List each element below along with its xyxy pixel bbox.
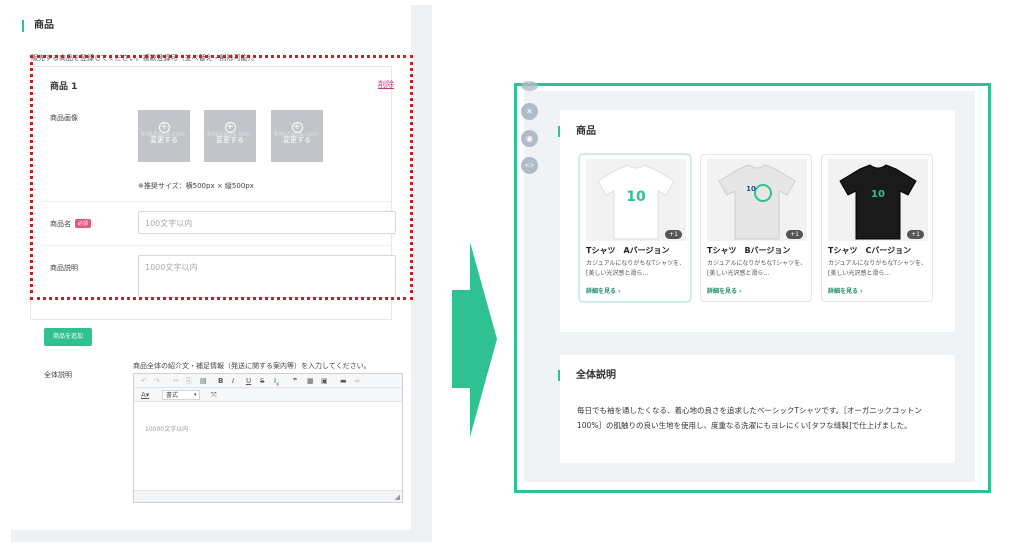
tshirt-icon: 10 (839, 164, 917, 240)
rich-text-editor[interactable]: ↶ ↷ ✂ ⎘ ▤ B I U S Ix ❞ ▦ ▣ ▬ ⇸ A▾ 書式 ▾ ⤧… (133, 373, 403, 503)
product-image: 10 +1 (707, 159, 807, 241)
editor-toolbar-row-1: ↶ ↷ ✂ ⎘ ▤ B I U S Ix ❞ ▦ ▣ ▬ ⇸ (134, 374, 402, 388)
bold-icon[interactable]: B (218, 376, 223, 386)
details-link[interactable]: 詳細を見る › (707, 286, 742, 295)
svg-text:10: 10 (746, 185, 756, 193)
text-color-icon[interactable]: A▾ (141, 390, 149, 400)
paste-icon[interactable]: ▤ (200, 376, 207, 386)
share-icon-top[interactable]: · (521, 79, 538, 91)
image-icon[interactable]: ▣ (321, 376, 328, 386)
arrow-right-icon (452, 242, 497, 437)
strikethrough-icon[interactable]: S (260, 376, 264, 386)
resize-grip-icon[interactable]: ◢ (395, 493, 400, 501)
undo-icon[interactable]: ↶ (141, 376, 147, 386)
fullscreen-icon[interactable]: ⤧ (211, 390, 217, 400)
product-name: Tシャツ Bバージョン (707, 246, 791, 255)
product-desc: カジュアルになりがちなTシャツを、[美しい光沢感と滑ら… (707, 260, 807, 277)
line-share-icon[interactable]: ◉ (521, 130, 538, 147)
editor-toolbar-row-2: A▾ 書式 ▾ ⤧ (134, 388, 402, 402)
image-count-badge: +1 (786, 230, 803, 239)
product-desc: カジュアルになりがちなTシャツを、[美しい光沢感と滑ら… (828, 260, 928, 277)
section-title: 商品 (22, 20, 54, 32)
image-count-badge: +1 (907, 230, 924, 239)
tshirt-icon: 10 (718, 164, 796, 240)
product-card-c[interactable]: 10 +1 Tシャツ Cバージョン カジュアルになりがちなTシャツを、[美しい光… (821, 154, 933, 302)
preview-section-title: 商品 (558, 126, 596, 137)
overall-desc-intro: 商品全体の紹介文・補足情報（発送に関する案内等）を入力してください。 (133, 362, 371, 370)
svg-text:10: 10 (626, 189, 646, 205)
overall-desc-title: 全体説明 (558, 370, 616, 381)
blockquote-icon[interactable]: ❞ (293, 376, 297, 386)
product-desc: カジュアルになりがちなTシャツを、[美しい光沢感と滑ら… (586, 260, 686, 277)
product-card-b[interactable]: 10 +1 Tシャツ Bバージョン カジュアルになりがちなTシャツを、[美しい光… (700, 154, 812, 302)
copy-icon[interactable]: ⎘ (186, 376, 192, 386)
product-name: Tシャツ Aバージョン (586, 246, 670, 255)
product-name: Tシャツ Cバージョン (828, 246, 912, 255)
add-product-button[interactable]: 商品を追加 (44, 328, 92, 346)
overall-desc-text: 毎日でも袖を通したくなる、着心地の良さを追求したベーシックTシャツです。［オーガ… (577, 406, 922, 430)
details-link[interactable]: 詳細を見る › (586, 286, 621, 295)
svg-text:10: 10 (871, 189, 885, 200)
product-card-a[interactable]: 10 +1 Tシャツ Aバージョン カジュアルになりがちなTシャツを、[美しい光… (579, 154, 691, 302)
redo-icon[interactable]: ↷ (154, 376, 160, 386)
table-icon[interactable]: ▦ (307, 376, 314, 386)
details-link[interactable]: 詳細を見る › (828, 286, 863, 295)
underline-icon[interactable]: U (246, 376, 251, 386)
product-image: 10 +1 (828, 159, 928, 241)
italic-icon[interactable]: I (232, 376, 234, 386)
editor-placeholder: 10000文字以内 (145, 426, 189, 433)
cut-icon[interactable]: ✂ (173, 376, 179, 386)
tshirt-icon: 10 (597, 164, 675, 240)
unlink-icon[interactable]: ⇸ (354, 376, 360, 386)
editor-footer: ◢ (134, 490, 402, 502)
close-x-icon[interactable]: ✕ (521, 103, 538, 120)
embed-code-icon[interactable]: <> (521, 157, 538, 174)
dropdown-arrow-icon: ▾ (194, 392, 197, 398)
link-icon[interactable]: ▬ (340, 376, 347, 386)
image-count-badge: +1 (665, 230, 682, 239)
highlight-box (30, 55, 413, 300)
overall-desc-label: 全体説明 (44, 371, 72, 379)
product-image: 10 +1 (586, 159, 686, 241)
